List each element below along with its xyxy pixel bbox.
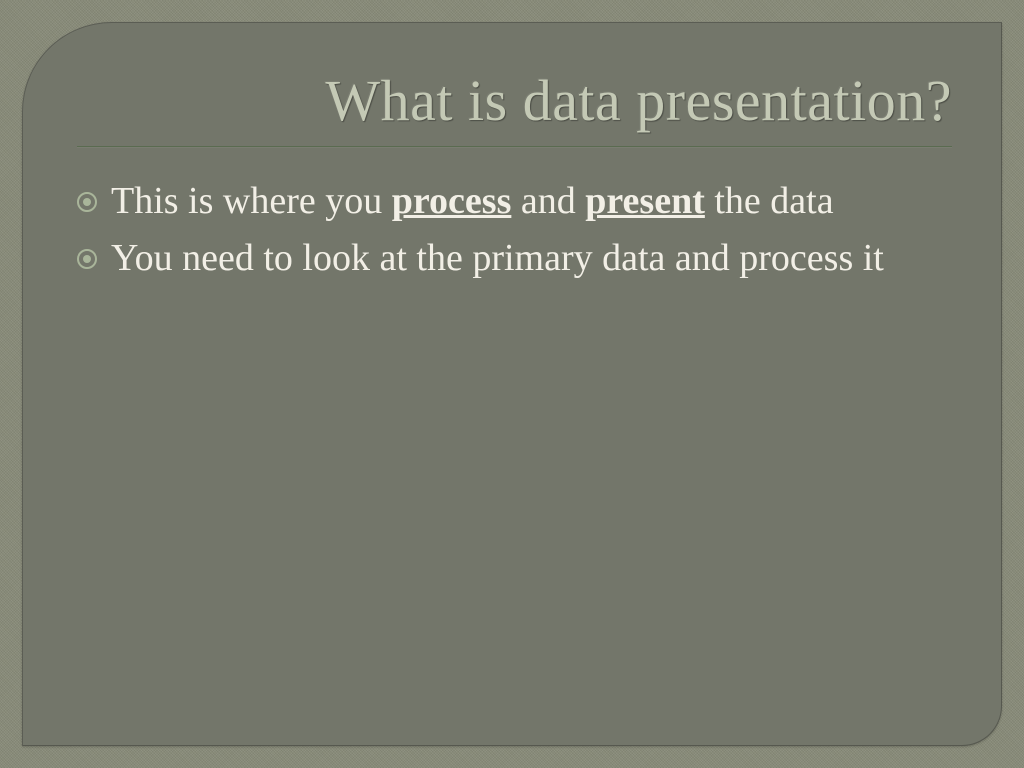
slide-title: What is data presentation? <box>77 67 952 134</box>
bullet-item: You need to look at the primary data and… <box>77 233 952 284</box>
text-segment: the data <box>705 180 834 222</box>
bullet-item: This is where you process and present th… <box>77 176 952 227</box>
text-segment: This is where you <box>111 180 392 222</box>
bullet-text: This is where you process and present th… <box>111 176 952 227</box>
emphasis-text: process <box>392 180 512 222</box>
slide-body: This is where you process and present th… <box>77 176 952 285</box>
title-divider <box>77 146 952 148</box>
bullet-text: You need to look at the primary data and… <box>111 233 952 284</box>
bullet-marker-icon <box>77 192 97 212</box>
bullet-marker-icon <box>77 249 97 269</box>
slide-frame: What is data presentation? This is where… <box>0 0 1024 768</box>
text-segment: and <box>511 180 585 222</box>
slide-card: What is data presentation? This is where… <box>22 22 1002 746</box>
emphasis-text: present <box>585 180 705 222</box>
